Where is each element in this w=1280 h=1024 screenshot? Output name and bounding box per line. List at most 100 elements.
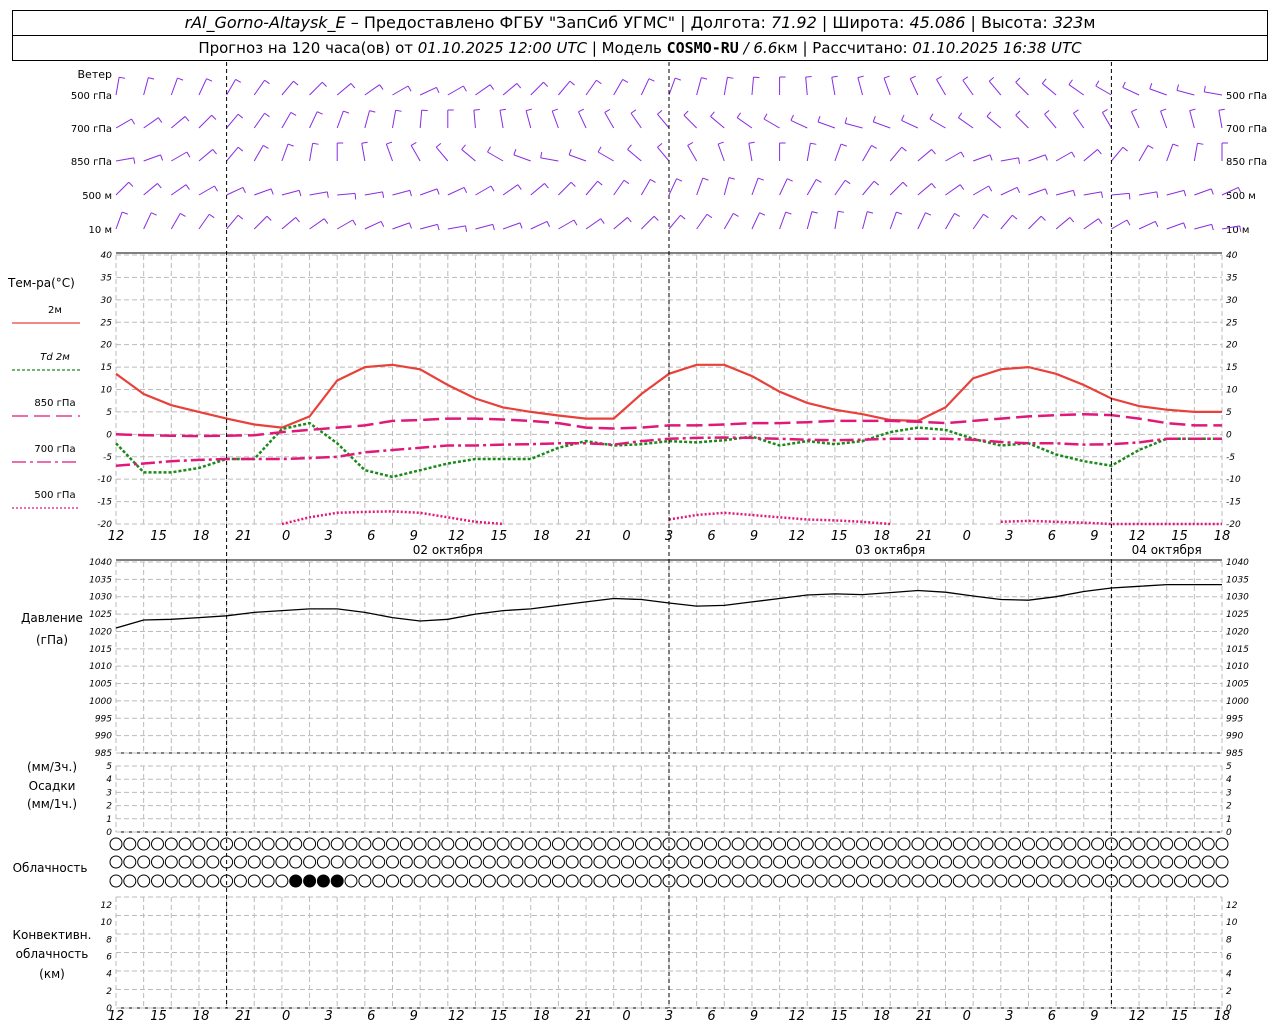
wind-barb-flag (674, 77, 681, 81)
cloud-circle (1022, 855, 1035, 869)
y-tick-label: 6 (106, 953, 112, 963)
wind-barb-shaft (364, 84, 380, 96)
wind-barb-flag (578, 108, 585, 113)
wind-barb-shaft (226, 113, 239, 129)
cloud-circle (745, 874, 759, 888)
cloud-circle (731, 855, 745, 869)
wind-barb-flag (867, 211, 874, 214)
cloud-circle (372, 874, 386, 888)
wind-barb-flag (409, 190, 412, 197)
y-tick-label: 25 (101, 318, 113, 328)
y-tick-label: 15 (101, 363, 113, 373)
cloud-circle (109, 837, 123, 851)
wind-level-label-right: 500 гПа (1226, 91, 1267, 102)
cloud-circle (980, 874, 994, 888)
wind-barb-flag (653, 215, 659, 221)
wind-barb-flag (237, 214, 244, 220)
cloud-circle (109, 855, 123, 869)
hour-tick-label: 3 (1005, 1009, 1013, 1024)
wind-barb-shaft (779, 178, 788, 196)
wind-barb-shaft (309, 191, 328, 196)
cloud-circle (1077, 874, 1091, 888)
wind-barb-flag (1044, 109, 1050, 115)
cloud-circle (676, 874, 690, 888)
wind-barb-shaft (936, 79, 946, 96)
wind-barb-flag (901, 114, 905, 121)
y-tick-label: 2 (106, 802, 112, 812)
y-tick-label-right: 5 (1226, 762, 1232, 772)
model-resolution-unit: км (777, 39, 798, 57)
wind-barb-shaft (1176, 89, 1195, 96)
y-tick-label: 5 (106, 408, 112, 418)
computed-value: 01.10.2025 16:38 UTC (912, 39, 1082, 57)
wind-title: Ветер (78, 68, 112, 81)
wind-barb-flag (573, 219, 578, 226)
wind-barb-flag (957, 112, 963, 118)
wind-barb-flag (648, 78, 655, 82)
cloud-circle (897, 855, 911, 869)
wind-barb-flag (1203, 85, 1206, 92)
cloud-circle (994, 855, 1008, 869)
wind-barb-shaft (917, 212, 926, 230)
wind-barb-flag (657, 142, 663, 148)
y-tick-label: 0 (106, 430, 112, 440)
cloud-circle (358, 874, 372, 888)
wind-barb-shaft (1166, 222, 1184, 230)
wind-barb-flag (896, 211, 903, 215)
cloud-circle (372, 855, 386, 869)
cloud-circle (538, 837, 552, 851)
wind-barb-shaft (281, 143, 289, 162)
cloud-circle (1091, 855, 1105, 869)
cloud-circle (952, 855, 966, 869)
cloud-circle (247, 874, 261, 888)
wind-barb-flag (489, 84, 495, 90)
altitude-value: 323 (1052, 13, 1084, 32)
wind-barb-flag (989, 154, 993, 161)
cloud-circle (482, 874, 496, 888)
wind-barb-shaft (751, 177, 759, 196)
wind-barb-shaft (748, 143, 753, 162)
wind-barb-flag (133, 157, 136, 164)
cloud-circle (233, 855, 247, 869)
cloud-circle (455, 837, 469, 851)
wind-barb-flag (1044, 188, 1048, 195)
wind-barb-shaft (420, 223, 438, 230)
legend-label: 2м (48, 305, 62, 316)
wind-barb-flag (462, 85, 467, 92)
cloud-circle (607, 855, 621, 869)
wind-barb-flag (544, 183, 549, 189)
cloud-circle (731, 837, 745, 851)
cloud-circle (1146, 837, 1160, 851)
wind-barb-shaft (198, 149, 214, 162)
cloud-circle (344, 837, 358, 851)
wind-barb-shaft (419, 188, 438, 196)
cloud-circle (192, 874, 206, 888)
wind-barb-flag (604, 108, 611, 113)
wind-barb-shaft (1083, 218, 1099, 230)
cloud-circle (883, 874, 897, 888)
wind-barb-shaft (337, 192, 356, 196)
wind-barb-flag (350, 83, 356, 89)
day-label: 04 октября (1132, 543, 1202, 557)
cloud-circle (1035, 874, 1049, 888)
longitude-label: Долгота: (690, 13, 766, 32)
cloud-circle (897, 837, 911, 851)
cloud-circle (510, 837, 524, 851)
cloud-circle (731, 874, 745, 888)
model-label: Модель (601, 39, 662, 57)
wind-barb-shaft (1028, 154, 1046, 162)
hour-tick-label: 6 (367, 529, 375, 544)
hour-tick-label: 18 (873, 1009, 890, 1024)
wind-barb-flag (525, 108, 533, 112)
cloud-circle (814, 837, 828, 851)
wind-barb-flag (733, 212, 739, 217)
wind-barb-shaft (696, 77, 702, 96)
wind-barb-shaft (668, 77, 676, 96)
day-label: 02 октября (413, 543, 483, 557)
wind-level-label: 500 гПа (71, 91, 112, 102)
cloud-circle (399, 855, 413, 869)
wind-barb-flag (119, 76, 126, 79)
wind-barb-flag (936, 75, 942, 80)
wind-barb-shaft (475, 223, 493, 230)
hour-tick-label: 18 (533, 1009, 550, 1024)
